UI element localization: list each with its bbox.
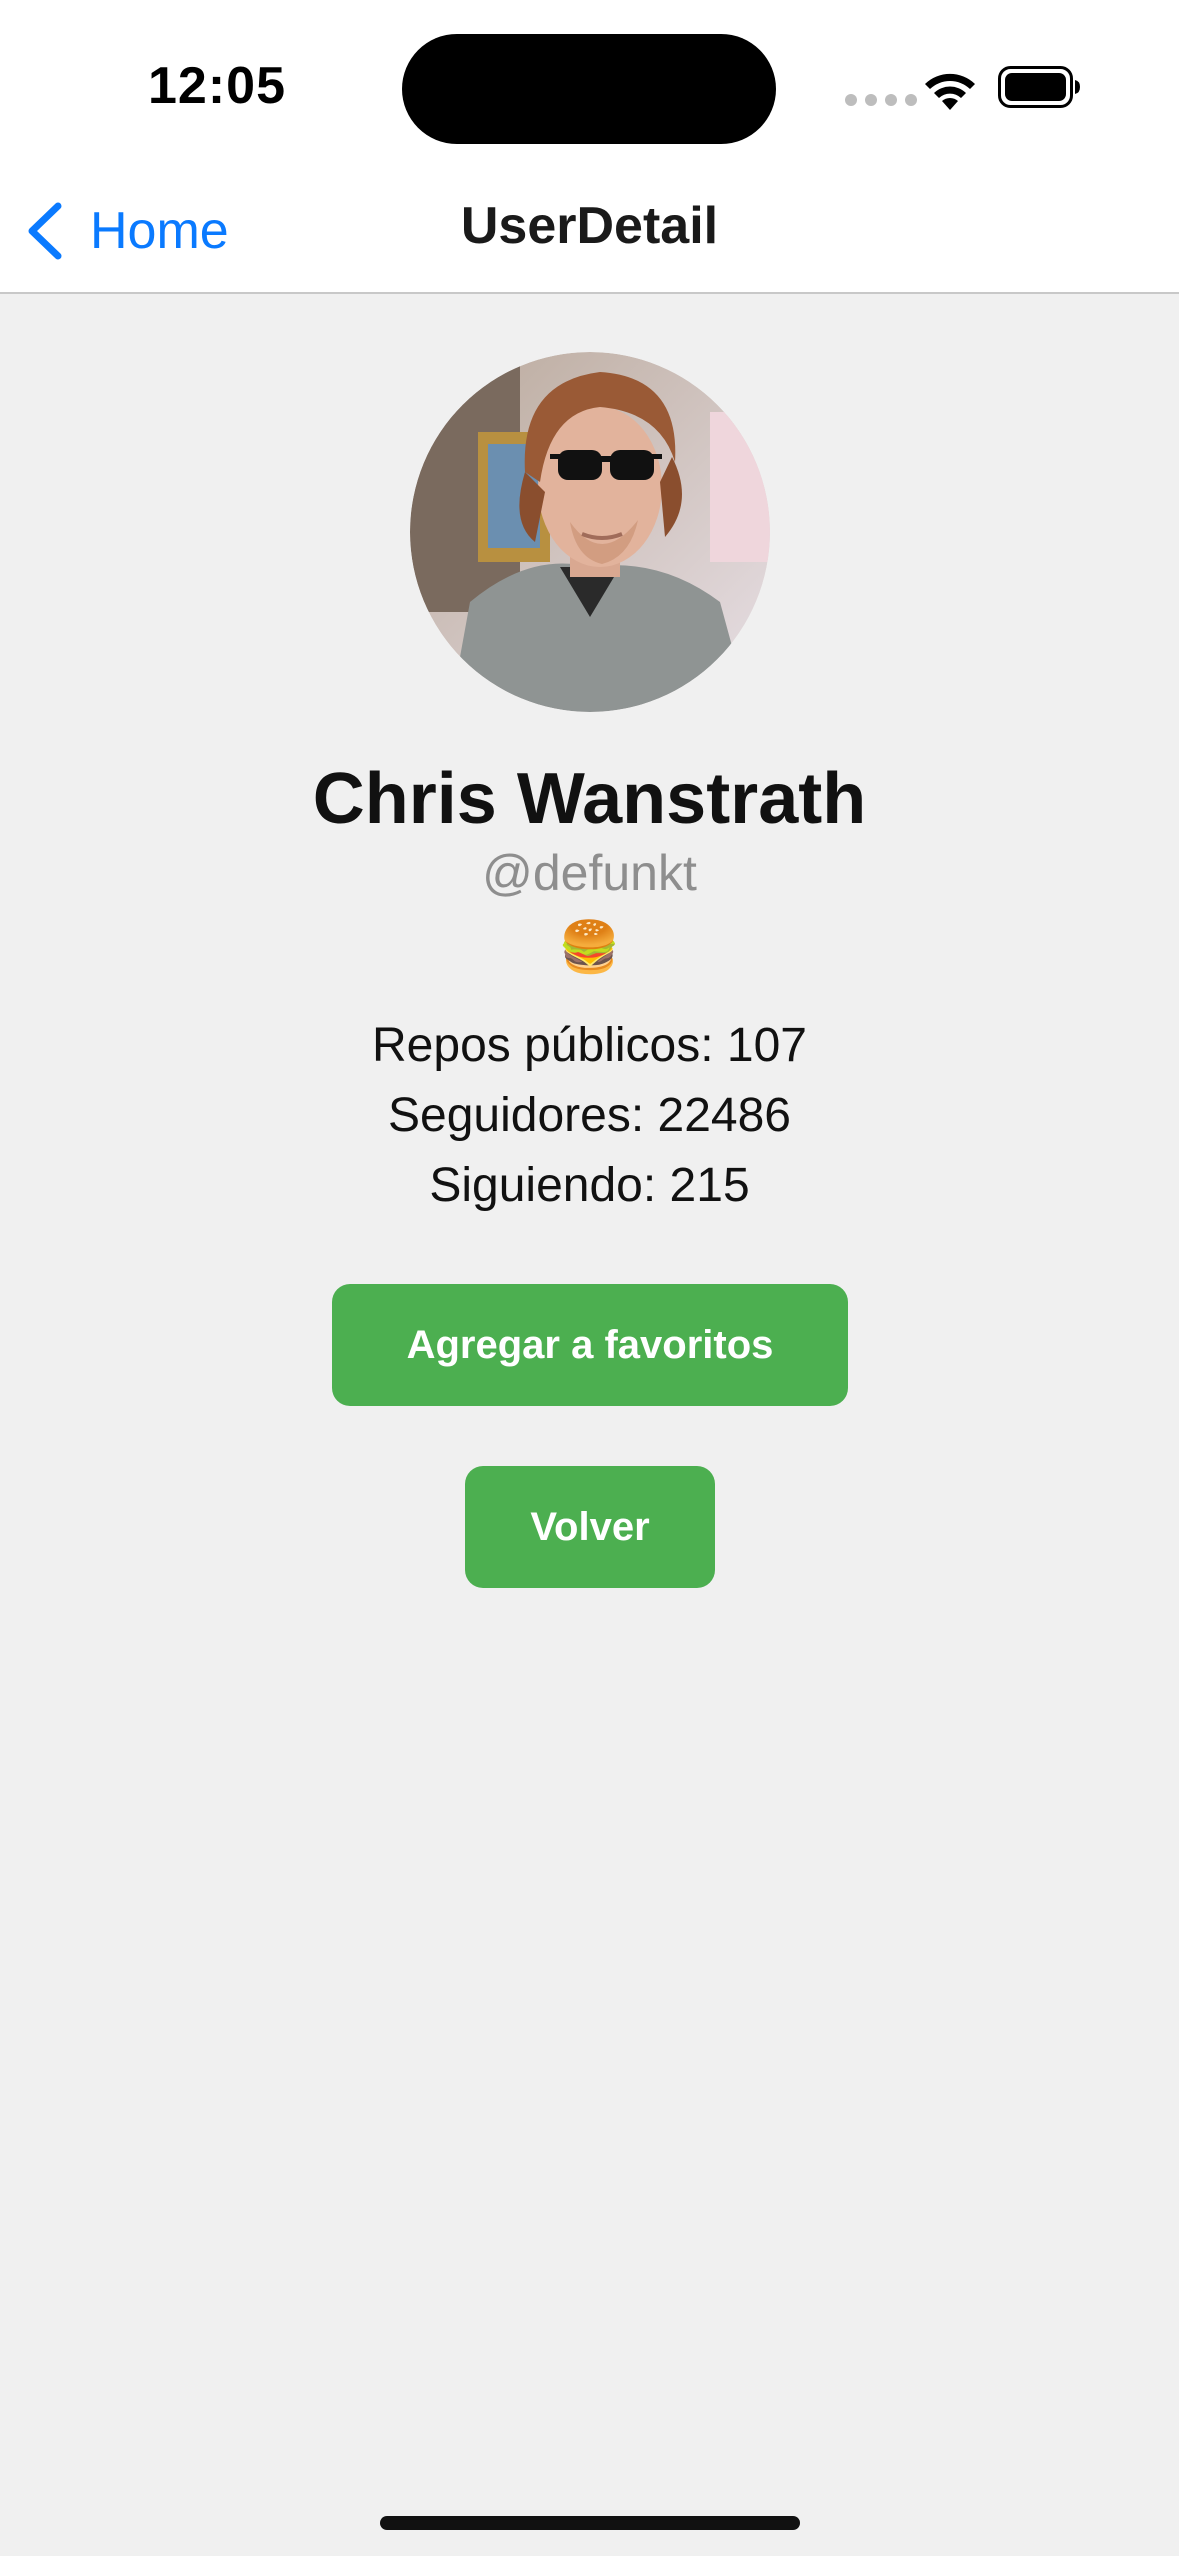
page-title: UserDetail bbox=[460, 197, 719, 255]
user-avatar-photo bbox=[410, 352, 770, 712]
avatar bbox=[410, 352, 770, 712]
dynamic-island bbox=[402, 34, 776, 144]
status-time: 12:05 bbox=[148, 57, 286, 115]
user-bio: 🍔 bbox=[558, 919, 621, 975]
back-action-button[interactable]: Volver bbox=[465, 1466, 715, 1588]
followers-count: Seguidores: 22486 bbox=[388, 1089, 791, 1142]
user-full-name: Chris Wanstrath bbox=[312, 759, 867, 839]
following-count: Siguiendo: 215 bbox=[429, 1159, 750, 1212]
wifi-icon bbox=[925, 73, 975, 110]
status-bar: 12:05 bbox=[0, 0, 1179, 172]
signal-dots-icon bbox=[845, 94, 917, 106]
user-handle: @defunkt bbox=[482, 845, 697, 901]
public-repos-count: Repos públicos: 107 bbox=[372, 1019, 807, 1072]
battery-icon bbox=[998, 66, 1080, 108]
navigation-bar: Home UserDetail bbox=[0, 172, 1179, 294]
home-indicator[interactable] bbox=[380, 2516, 800, 2530]
add-to-favorites-button[interactable]: Agregar a favoritos bbox=[332, 1284, 848, 1406]
